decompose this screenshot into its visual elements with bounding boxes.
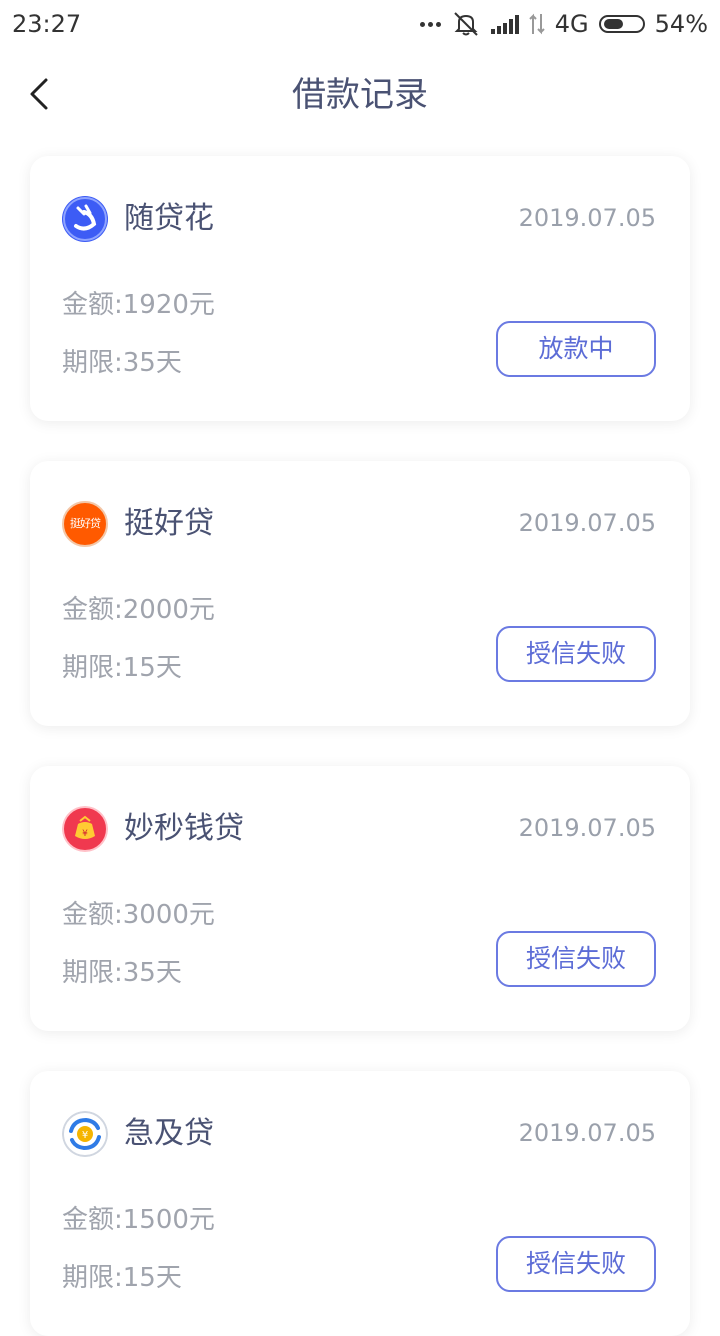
amount-value: 1920元 bbox=[122, 290, 215, 320]
loan-record-card[interactable]: ¥ 急及贷 2019.07.05 金额:1500元 期限:15天 授信失败 bbox=[30, 1071, 690, 1336]
record-date: 2019.07.05 bbox=[518, 509, 656, 537]
term-row: 期限:35天 bbox=[62, 952, 182, 989]
loan-record-card[interactable]: 随贷花 2019.07.05 金额:1920元 期限:35天 放款中 bbox=[30, 156, 690, 421]
amount-value: 3000元 bbox=[122, 900, 215, 930]
back-button[interactable] bbox=[24, 72, 64, 116]
chevron-left-icon bbox=[30, 78, 48, 110]
amount-value: 1500元 bbox=[122, 1205, 215, 1235]
term-row: 期限:15天 bbox=[62, 647, 182, 684]
term-row: 期限:35天 bbox=[62, 342, 182, 379]
status-button[interactable]: 放款中 bbox=[496, 321, 656, 377]
term-label: 期限: bbox=[62, 1263, 123, 1293]
lender-name: 挺好贷 bbox=[124, 506, 214, 541]
amount-label: 金额: bbox=[62, 900, 123, 930]
status-button[interactable]: 授信失败 bbox=[496, 626, 656, 682]
amount-row: 金额:2000元 bbox=[62, 589, 215, 626]
term-label: 期限: bbox=[62, 348, 123, 378]
battery-icon bbox=[598, 15, 645, 33]
svg-text:¥: ¥ bbox=[82, 1130, 88, 1141]
suidaihua-logo-icon bbox=[62, 196, 108, 242]
tinghaodai-logo-icon: 挺好贷 bbox=[62, 501, 108, 547]
term-value: 15天 bbox=[122, 653, 182, 683]
signal-icon bbox=[490, 14, 519, 34]
lender-name: 急及贷 bbox=[124, 1116, 214, 1151]
amount-label: 金额: bbox=[62, 595, 123, 625]
network-type: 4G bbox=[554, 10, 589, 38]
mute-icon bbox=[454, 12, 478, 36]
status-icons: 4G 54% bbox=[419, 10, 708, 38]
miaomiaoqiandai-logo-icon: ¥ bbox=[62, 806, 108, 852]
status-button[interactable]: 授信失败 bbox=[496, 931, 656, 987]
status-time: 23:27 bbox=[12, 10, 82, 38]
term-value: 15天 bbox=[122, 1263, 182, 1293]
amount-row: 金额:3000元 bbox=[62, 894, 215, 931]
term-value: 35天 bbox=[122, 348, 182, 378]
jijidai-logo-icon: ¥ bbox=[62, 1111, 108, 1157]
term-row: 期限:15天 bbox=[62, 1257, 182, 1294]
record-date: 2019.07.05 bbox=[518, 1119, 656, 1147]
loan-record-card[interactable]: 挺好贷 挺好贷 2019.07.05 金额:2000元 期限:15天 授信失败 bbox=[30, 461, 690, 726]
status-button[interactable]: 授信失败 bbox=[496, 1236, 656, 1292]
record-date: 2019.07.05 bbox=[518, 204, 656, 232]
battery-percent: 54% bbox=[654, 10, 708, 38]
loan-record-card[interactable]: ¥ 妙秒钱贷 2019.07.05 金额:3000元 期限:35天 授信失败 bbox=[30, 766, 690, 1031]
term-label: 期限: bbox=[62, 653, 123, 683]
amount-row: 金额:1920元 bbox=[62, 284, 215, 321]
header: 借款记录 bbox=[0, 60, 720, 130]
data-arrows-icon bbox=[529, 13, 545, 35]
svg-text:¥: ¥ bbox=[82, 829, 88, 839]
lender-name: 随贷花 bbox=[124, 201, 214, 236]
status-bar: 23:27 4G 54% bbox=[0, 0, 720, 50]
logo-text: 挺好贷 bbox=[70, 517, 101, 530]
record-date: 2019.07.05 bbox=[518, 814, 656, 842]
term-value: 35天 bbox=[122, 958, 182, 988]
page-title: 借款记录 bbox=[292, 75, 428, 115]
lender-name: 妙秒钱贷 bbox=[124, 811, 244, 846]
amount-label: 金额: bbox=[62, 1205, 123, 1235]
more-dots-icon bbox=[419, 21, 441, 27]
amount-label: 金额: bbox=[62, 290, 123, 320]
amount-value: 2000元 bbox=[122, 595, 215, 625]
amount-row: 金额:1500元 bbox=[62, 1199, 215, 1236]
term-label: 期限: bbox=[62, 958, 123, 988]
